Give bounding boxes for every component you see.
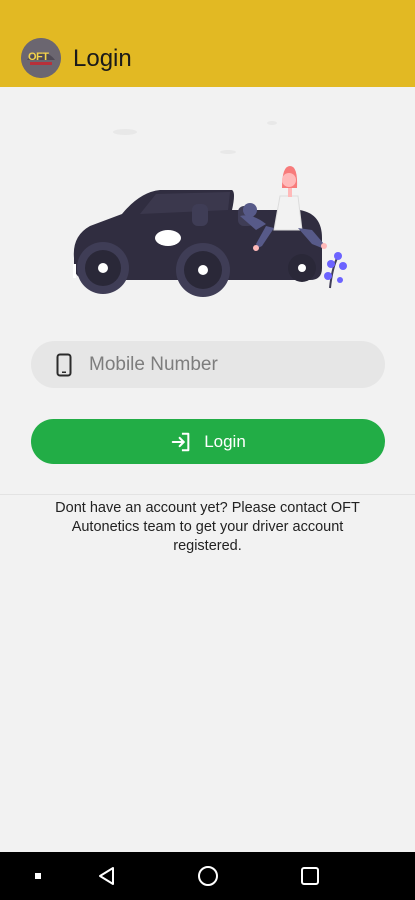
system-navigation-bar bbox=[0, 852, 415, 900]
home-circle-icon[interactable] bbox=[193, 852, 223, 900]
login-button[interactable]: Login bbox=[31, 419, 385, 464]
logo-text: OFT bbox=[28, 51, 49, 63]
registration-info-text: Dont have an account yet? Please contact… bbox=[55, 500, 360, 554]
car-illustration-icon bbox=[73, 121, 347, 297]
login-button-label: Login bbox=[204, 431, 246, 451]
mobile-number-field[interactable] bbox=[31, 341, 385, 388]
smartphone-icon bbox=[56, 353, 72, 377]
hero-illustration bbox=[60, 118, 360, 308]
sign-in-icon bbox=[171, 432, 190, 451]
page-title: Login bbox=[73, 45, 132, 72]
back-triangle-icon[interactable] bbox=[92, 852, 122, 900]
recents-square-icon[interactable] bbox=[295, 852, 325, 900]
app-logo: OFT bbox=[21, 38, 61, 78]
app-bar: OFT Login bbox=[0, 0, 415, 87]
divider bbox=[0, 494, 415, 495]
mobile-number-input[interactable] bbox=[89, 341, 375, 388]
square-dot-icon[interactable] bbox=[28, 852, 48, 900]
